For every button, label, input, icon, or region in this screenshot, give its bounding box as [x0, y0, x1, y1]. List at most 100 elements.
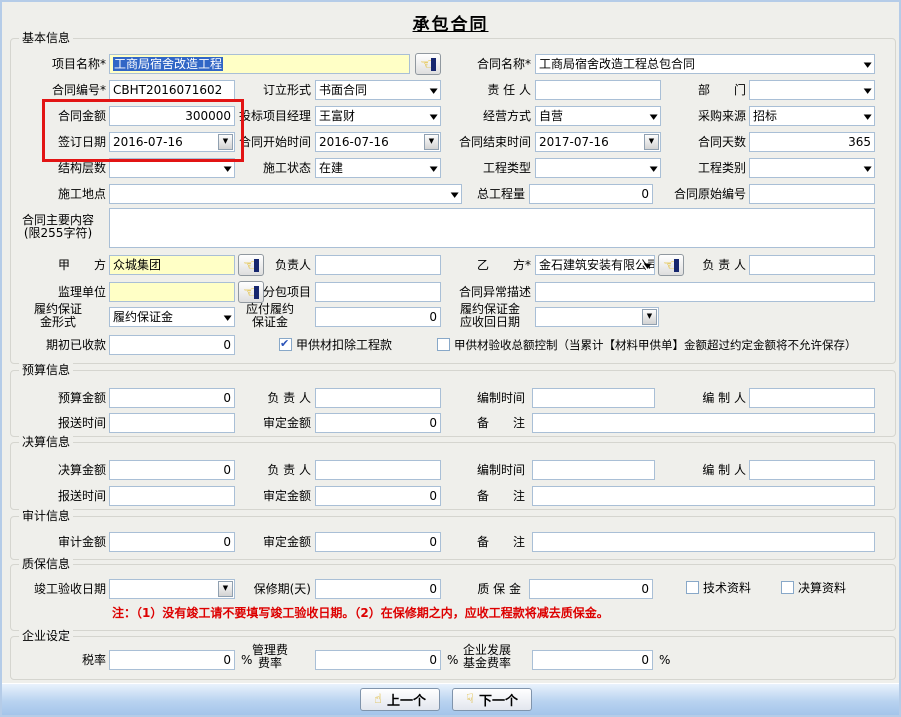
budget-amount-input[interactable]: 0: [109, 388, 235, 408]
construct-status-combo[interactable]: 在建▼: [315, 158, 441, 178]
bid-manager-combo[interactable]: 王富财▼: [315, 106, 441, 126]
settlement-compile-time-input[interactable]: [532, 460, 655, 480]
next-button-label: 下一个: [479, 690, 518, 709]
structure-layers-combo[interactable]: ▼: [109, 158, 235, 178]
abnormal-desc-input[interactable]: [535, 282, 875, 302]
supervisor-input[interactable]: [109, 282, 235, 302]
settlement-remark-input[interactable]: [532, 486, 875, 506]
party-b-person-label: 负 责 人: [689, 255, 746, 275]
budget-amount-label: 预算金额: [10, 388, 106, 408]
contract-amount-input[interactable]: 300000: [109, 106, 235, 126]
audit-approved-amount-label: 审定金额: [229, 532, 311, 552]
contract-days-input[interactable]: 365: [749, 132, 875, 152]
settlement-submit-time-input[interactable]: [109, 486, 235, 506]
initial-received-input[interactable]: 0: [109, 335, 235, 355]
operate-mode-label: 经营方式: [449, 106, 531, 126]
budget-compile-time-input[interactable]: [532, 388, 655, 408]
duty-person-label: 责 任 人: [449, 80, 531, 100]
deduct-material-checkbox[interactable]: [279, 338, 292, 351]
audit-remark-input[interactable]: [532, 532, 875, 552]
construct-site-combo[interactable]: ▼: [109, 184, 462, 204]
warranty-days-input[interactable]: 0: [315, 579, 441, 599]
main-content-label: 合同主要内容 (限255字符): [10, 214, 106, 240]
project-lookup-button[interactable]: ☜: [415, 53, 441, 75]
tax-rate-input[interactable]: 0: [109, 650, 235, 670]
purchase-source-combo[interactable]: 招标▼: [749, 106, 875, 126]
form-type-label: 订立形式: [229, 80, 311, 100]
end-date-value: 2017-07-16: [539, 135, 609, 149]
original-no-input[interactable]: [749, 184, 875, 204]
settlement-duty-person-input[interactable]: [315, 460, 441, 480]
sign-date-label: 签订日期: [10, 132, 106, 152]
prev-button-label: 上一个: [387, 690, 426, 709]
purchase-source-label: 采购来源: [654, 106, 746, 126]
start-date-picker[interactable]: 2016-07-16▼: [315, 132, 441, 152]
deposit-form-combo[interactable]: 履约保证金▼: [109, 307, 235, 327]
party-a-label: 甲 方: [10, 255, 106, 275]
prev-button[interactable]: ☝上一个: [360, 688, 440, 711]
total-quantity-input[interactable]: 0: [529, 184, 653, 204]
budget-submit-time-input[interactable]: [109, 413, 235, 433]
sign-date-picker[interactable]: 2016-07-16▼: [109, 132, 235, 152]
form-type-combo[interactable]: 书面合同▼: [315, 80, 441, 100]
settlement-remark-label: 备 注: [449, 486, 525, 506]
retention-input[interactable]: 0: [529, 579, 653, 599]
party-a-person-input[interactable]: [315, 255, 441, 275]
deduct-material-checkbox-label: 甲供材扣除工程款: [296, 337, 392, 353]
deposit-form-value: 履约保证金: [113, 310, 173, 324]
audit-amount-input[interactable]: 0: [109, 532, 235, 552]
budget-compile-time-label: 编制时间: [449, 388, 525, 408]
deposit-return-date-picker[interactable]: ▼: [535, 307, 659, 327]
operate-mode-combo[interactable]: 自营▼: [535, 106, 661, 126]
end-date-picker[interactable]: 2017-07-16▼: [535, 132, 661, 152]
party-b-person-input[interactable]: [749, 255, 875, 275]
budget-duty-person-input[interactable]: [315, 388, 441, 408]
group-audit-legend: 审计信息: [19, 509, 73, 524]
contract-no-label: 合同编号*: [10, 80, 106, 100]
deposit-payable-input[interactable]: 0: [315, 307, 441, 327]
contract-amount-label: 合同金额: [10, 106, 106, 126]
budget-compiler-input[interactable]: [749, 388, 875, 408]
department-combo[interactable]: ▼: [749, 80, 875, 100]
party-b-lookup-button[interactable]: ☜: [658, 254, 684, 276]
project-name-input[interactable]: 工商局宿舍改造工程: [109, 54, 410, 74]
book-icon: [674, 259, 679, 272]
project-type-combo[interactable]: ▼: [535, 158, 661, 178]
budget-duty-person-label: 负 责 人: [229, 388, 311, 408]
structure-layers-label: 结构层数: [10, 158, 106, 178]
material-total-control-checkbox[interactable]: [437, 338, 450, 351]
supervisor-label: 监理单位: [10, 282, 106, 302]
settlement-compile-time-label: 编制时间: [449, 460, 525, 480]
main-content-textarea[interactable]: [109, 208, 875, 248]
budget-remark-input[interactable]: [532, 413, 875, 433]
completion-date-picker[interactable]: ▼: [109, 579, 235, 599]
settlement-submit-time-label: 报送时间: [10, 486, 106, 506]
settlement-compiler-input[interactable]: [749, 460, 875, 480]
tech-docs-checkbox[interactable]: [686, 581, 699, 594]
chevron-down-icon: ▼: [429, 166, 437, 173]
dev-fund-rate-input[interactable]: 0: [532, 650, 653, 670]
settlement-amount-input[interactable]: 0: [109, 460, 235, 480]
calendar-dropdown-button[interactable]: ▼: [642, 309, 657, 325]
contract-name-combo[interactable]: 工商局宿舍改造工程总包合同▼: [535, 54, 875, 74]
settlement-docs-checkbox[interactable]: [781, 581, 794, 594]
audit-approved-amount-input[interactable]: 0: [315, 532, 441, 552]
project-class-combo[interactable]: ▼: [749, 158, 875, 178]
party-a-input[interactable]: 众城集团: [109, 255, 235, 275]
audit-amount-label: 审计金额: [10, 532, 106, 552]
settlement-amount-label: 决算金额: [10, 460, 106, 480]
subcontract-input[interactable]: [315, 282, 441, 302]
mgmt-rate-input[interactable]: 0: [315, 650, 441, 670]
contract-no-input[interactable]: CBHT2016071602: [109, 80, 235, 100]
contract-form-window: 承包合同 基本信息 预算信息 决算信息 审计信息 质保信息 企业设定 项目名称*…: [0, 0, 901, 717]
budget-approved-amount-input[interactable]: 0: [315, 413, 441, 433]
calendar-dropdown-button[interactable]: ▼: [424, 134, 439, 150]
next-button[interactable]: ☟下一个: [452, 688, 532, 711]
settlement-approved-amount-input[interactable]: 0: [315, 486, 441, 506]
duty-person-input[interactable]: [535, 80, 661, 100]
department-label: 部 门: [654, 80, 746, 100]
chevron-down-icon: ▼: [429, 114, 437, 121]
party-b-combo[interactable]: 金石建筑安装有限公司▼: [535, 255, 655, 275]
construct-status-label: 施工状态: [229, 158, 311, 178]
material-total-control-checkbox-label: 甲供材验收总额控制（当累计【材料甲供单】金额超过约定金额将不允许保存）: [454, 337, 857, 353]
